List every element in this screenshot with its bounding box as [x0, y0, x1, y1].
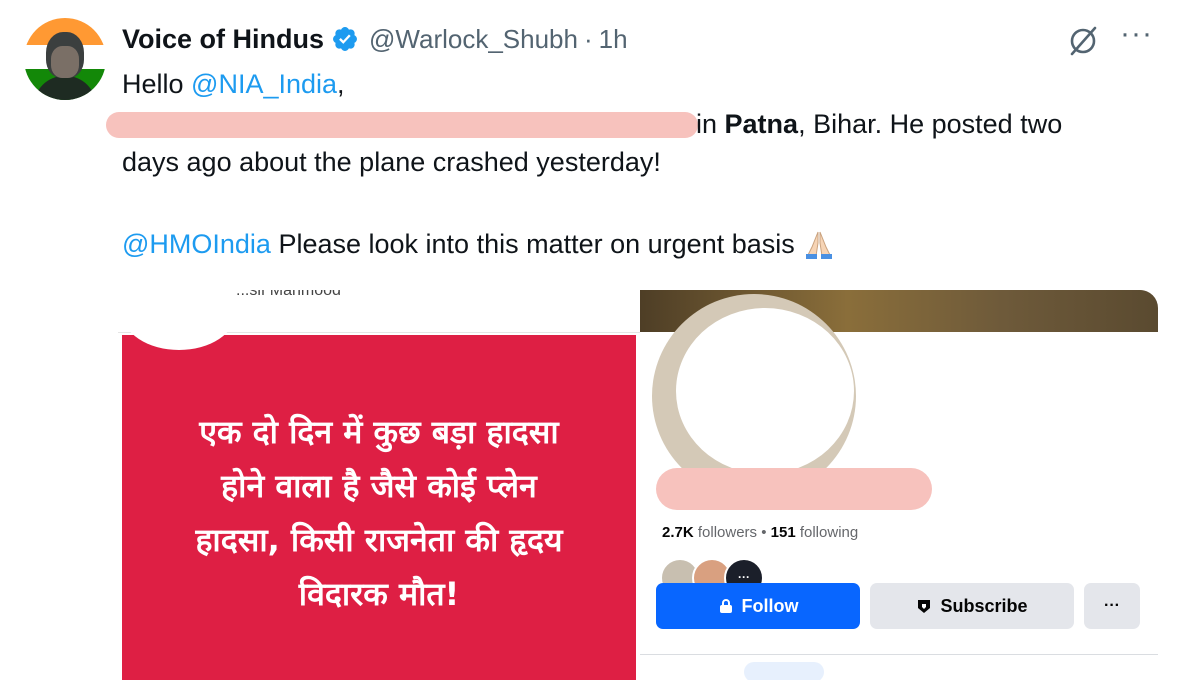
- redacted-profile-photo: [676, 308, 854, 474]
- follow-lock-icon: [719, 599, 732, 613]
- following-count: 151: [770, 524, 796, 541]
- hindi-text-card: एक दो दिन में कुछ बड़ा हादसा होने वाला ह…: [122, 335, 636, 680]
- followers-label: followers: [693, 524, 758, 541]
- screenshot-right: 2.7K followers • 151 following ··· Follo…: [640, 290, 1158, 680]
- more-options-icon[interactable]: ···: [1120, 19, 1160, 52]
- tweet-line-3: days ago about the plane crashed yesterd…: [122, 147, 661, 177]
- tweet-header: Voice of Hindus @Warlock_Shubh · 1h: [122, 22, 628, 56]
- verified-badge-icon: [331, 25, 359, 53]
- hindi-line-2: होने वाला है जैसे कोई प्लेन: [221, 467, 537, 505]
- profile-tab-active: [744, 662, 824, 680]
- location-bold: Patna: [724, 109, 799, 139]
- avatar-body: [34, 76, 96, 100]
- tweet-line-1: Hello @NIA_India,: [122, 66, 345, 102]
- redaction-mark: [106, 112, 698, 138]
- author-name[interactable]: Voice of Hindus: [122, 24, 324, 55]
- profile-tabs-divider: [640, 654, 1158, 655]
- line2-suffix: , Bihar. He posted two: [798, 109, 1063, 139]
- folded-hands-icon: [802, 229, 836, 259]
- line2-prefix: in: [696, 109, 725, 139]
- post-time[interactable]: 1h: [599, 24, 628, 55]
- time-separator: ·: [583, 23, 593, 54]
- author-avatar[interactable]: [24, 18, 106, 100]
- followers-count: 2.7K: [662, 524, 694, 541]
- avatar-face: [51, 46, 79, 78]
- line4-text: Please look into this matter on urgent b…: [270, 229, 795, 259]
- screenshot-left-author: ...sif Mahmood: [236, 290, 341, 299]
- greeting-text: Hello: [122, 69, 192, 99]
- tweet-line-2: in Patna, Bihar. He posted two: [696, 106, 1062, 142]
- hindi-line-1: एक दो दिन में कुछ बड़ा हादसा: [199, 413, 559, 451]
- attached-media[interactable]: ...sif Mahmood एक दो दिन में कुछ बड़ा हा…: [118, 290, 1158, 680]
- profile-card: 2.7K followers • 151 following ··· Follo…: [640, 294, 1158, 680]
- following-label: following: [795, 524, 859, 541]
- follow-stats: 2.7K followers • 151 following: [662, 524, 858, 541]
- hindi-line-4: विदारक मौत!: [298, 575, 460, 613]
- screenshot-left: ...sif Mahmood एक दो दिन में कुछ बड़ा हा…: [118, 290, 640, 680]
- follow-button: Follow: [656, 583, 860, 629]
- subscribe-label: Subscribe: [940, 595, 1028, 616]
- profile-more-button: ···: [1084, 583, 1140, 629]
- follow-label: Follow: [741, 595, 799, 616]
- greeting-tail: ,: [337, 69, 345, 99]
- hindi-line-3: हादसा, किसी राजनेता की हृदय: [195, 521, 563, 559]
- subscribe-button: Subscribe: [870, 583, 1074, 629]
- grok-icon[interactable]: [1066, 24, 1100, 58]
- mention-hmo-link[interactable]: @HMOIndia: [122, 229, 271, 259]
- author-handle[interactable]: @Warlock_Shubh: [369, 24, 578, 55]
- subscribe-shield-icon: [918, 600, 931, 613]
- stats-dot: •: [757, 524, 771, 541]
- redacted-profile-name: [656, 468, 932, 510]
- mention-nia-link[interactable]: @NIA_India: [191, 69, 337, 99]
- tweet-line-4: @HMOIndia Please look into this matter o…: [122, 226, 836, 262]
- hindi-message: एक दो दिन में कुछ बड़ा हादसा होने वाला ह…: [122, 405, 636, 621]
